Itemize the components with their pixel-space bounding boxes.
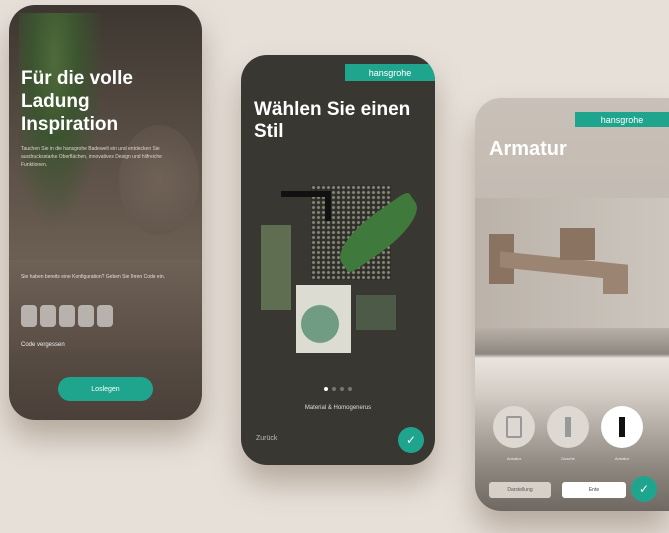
faucet-icon — [565, 417, 571, 437]
check-icon: ✓ — [638, 482, 650, 496]
page-dot[interactable] — [340, 387, 344, 391]
faucet-icon — [506, 416, 522, 438]
faucet-outlet — [603, 268, 628, 294]
faucet-image — [281, 191, 331, 197]
confirm-button[interactable]: ✓ — [398, 427, 424, 453]
faucet-screen: hansgrohe Armatur Armatur Dusche Armatur… — [475, 98, 669, 511]
code-digit-field[interactable] — [97, 305, 113, 327]
code-question: Sie haben bereits eine Konfiguration? Ge… — [21, 274, 165, 280]
faucet-options — [493, 406, 643, 448]
forgot-code-link[interactable]: Code vergessen — [21, 342, 65, 348]
display-button[interactable]: Darstellung — [489, 482, 551, 498]
page-dot[interactable] — [332, 387, 336, 391]
check-icon: ✓ — [405, 433, 417, 447]
option-labels: Armatur Dusche Armatur — [493, 456, 643, 461]
option-label: Armatur — [614, 456, 630, 461]
confirm-button[interactable]: ✓ — [631, 476, 657, 502]
brand-logo: hansgrohe — [345, 64, 435, 81]
back-link[interactable]: Zurück — [256, 435, 277, 442]
page-dot[interactable] — [348, 387, 352, 391]
pagination-dots — [324, 387, 352, 391]
option-label: Dusche — [561, 456, 575, 461]
option-label: Armatur — [506, 456, 522, 461]
style-moodboard[interactable] — [261, 185, 428, 360]
screen-title: Wählen Sie einen Stil — [254, 99, 411, 142]
intro-text: Tauchen Sie in die hansgrohe Badewelt ei… — [21, 146, 162, 168]
code-digit-field[interactable] — [21, 305, 37, 327]
brand-logo: hansgrohe — [575, 112, 669, 127]
mirror-image — [119, 125, 199, 235]
pattern-circle — [301, 305, 339, 343]
code-input[interactable] — [21, 305, 113, 327]
faucet-icon — [619, 417, 625, 437]
faucet-option-selected[interactable] — [601, 406, 643, 448]
style-caption: Material & Homogenerus — [304, 405, 372, 411]
secondary-button[interactable]: Ente — [562, 482, 626, 498]
faucet-preview — [475, 198, 669, 328]
style-screen: hansgrohe Wählen Sie einen Stil Material… — [241, 55, 435, 465]
faucet-handle — [560, 228, 595, 260]
start-button[interactable]: Loslegen — [58, 377, 153, 401]
code-digit-field[interactable] — [40, 305, 56, 327]
code-digit-field[interactable] — [59, 305, 75, 327]
page-dot[interactable] — [324, 387, 328, 391]
code-digit-field[interactable] — [78, 305, 94, 327]
pattern-card — [296, 285, 351, 353]
faucet-spout — [325, 191, 331, 221]
stone-swatch — [356, 295, 396, 330]
faucet-option[interactable] — [547, 406, 589, 448]
screen-title: Armatur — [489, 138, 567, 160]
onboarding-screen: Für die volle Ladung Inspiration Tauchen… — [9, 5, 202, 420]
screen-title: Für die volle Ladung Inspiration — [21, 68, 133, 135]
faucet-option[interactable] — [493, 406, 535, 448]
green-tile-swatch — [261, 225, 291, 310]
